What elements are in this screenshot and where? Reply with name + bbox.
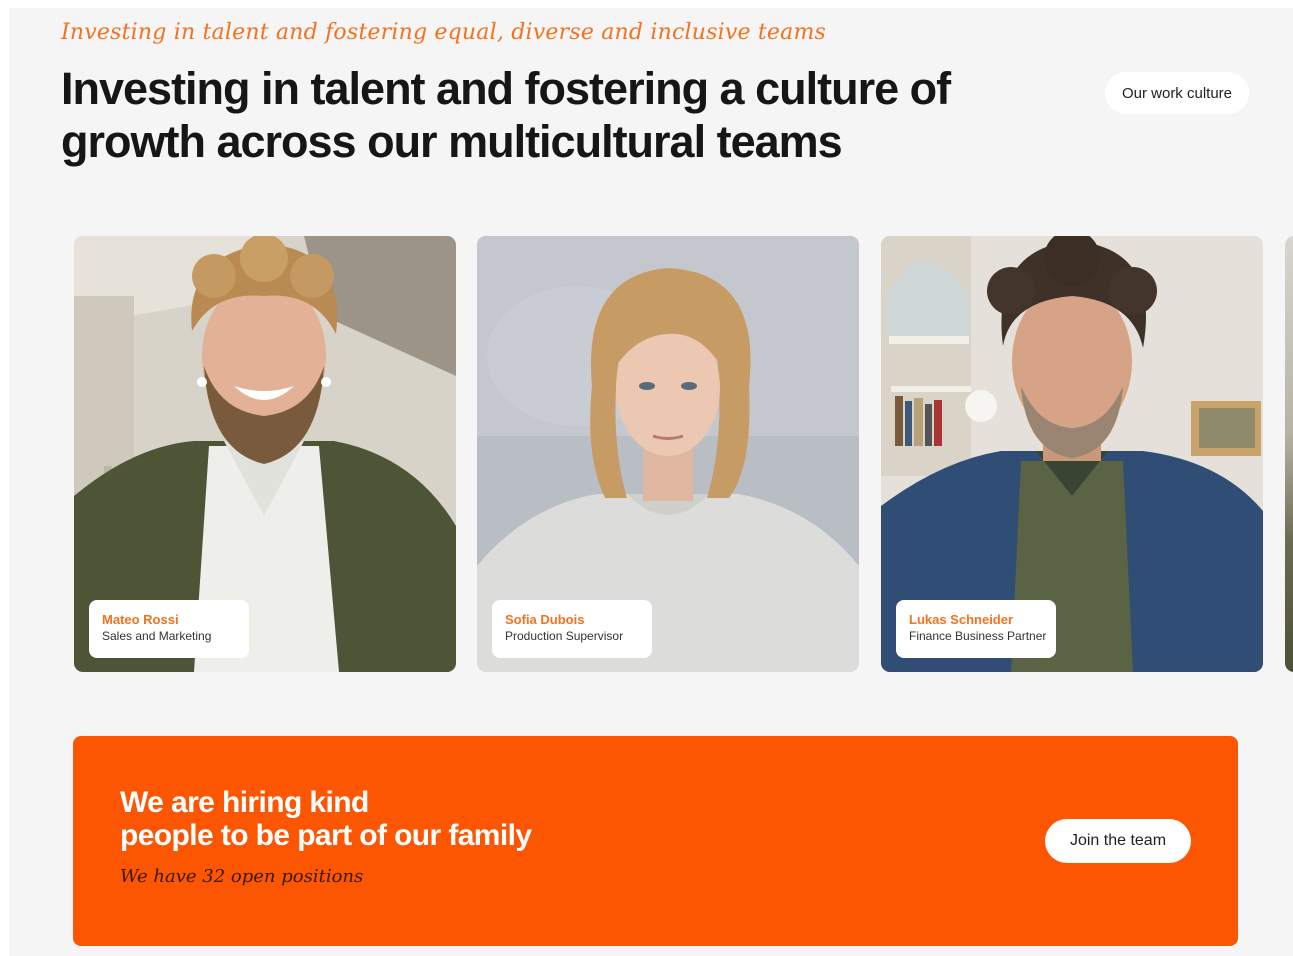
hiring-title-line: people to be part of our family [120,819,532,852]
hiring-title: We are hiring kind people to be part of … [120,786,532,852]
team-member-role: Finance Business Partner [909,629,1047,643]
team-member-tag: Sofia Dubois Production Supervisor [492,600,652,658]
section-eyebrow: Investing in talent and fostering equal,… [61,20,827,45]
team-member-name: Mateo Rossi [102,612,179,627]
team-member-role: Production Supervisor [505,629,624,643]
team-member-name: Sofia Dubois [505,612,585,627]
page: Investing in talent and fostering equal,… [9,8,1293,956]
team-card-sofia[interactable]: Sofia Dubois Production Supervisor [477,236,859,672]
team-member-tag: Lukas Schneider Finance Business Partner [896,600,1056,658]
open-positions-text: We have 32 open positions [120,866,364,887]
team-card-next-peek[interactable] [1285,236,1293,672]
join-the-team-button[interactable]: Join the team [1045,819,1191,863]
team-member-name: Lukas Schneider [909,612,1014,627]
team-member-role: Sales and Marketing [102,629,212,643]
team-card-lukas[interactable]: Lukas Schneider Finance Business Partner [881,236,1263,672]
team-card-mateo[interactable]: Mateo Rossi Sales and Marketing [74,236,456,672]
our-work-culture-button[interactable]: Our work culture [1105,72,1249,114]
hiring-banner: We are hiring kind people to be part of … [73,736,1238,946]
section-headline: Investing in talent and fostering a cult… [61,63,951,167]
team-member-tag: Mateo Rossi Sales and Marketing [89,600,249,658]
hiring-title-line: We are hiring kind [120,786,369,819]
